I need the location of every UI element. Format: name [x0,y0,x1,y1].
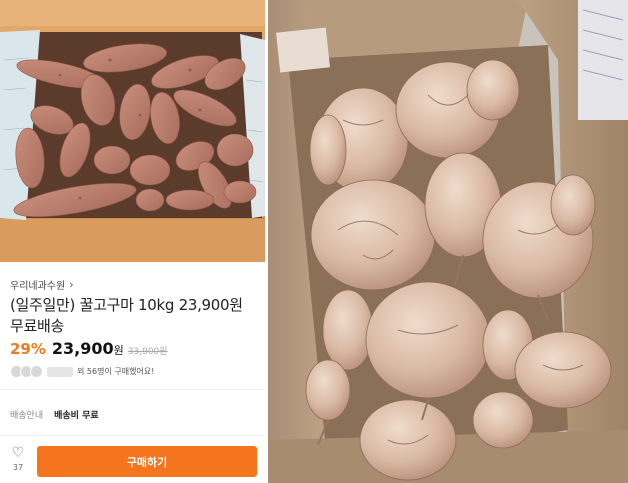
product-info: 우리네과수원 › (일주일만) 꿀고구마 10kg 23,900원 무료배송 2… [0,262,265,483]
buyers-count-text: 외 56명이 구매했어요! [77,367,155,376]
shipping-value: 배송비 무료 [54,411,99,421]
received-sweet-potatoes-photo [268,0,628,483]
shipping-row: 배송안내 배송비 무료 [10,408,99,421]
store-link[interactable]: 우리네과수원 › [10,277,74,292]
price-unit: 원 [113,344,124,357]
product-listing-panel: 우리네과수원 › (일주일만) 꿀고구마 10kg 23,900원 무료배송 2… [0,0,265,483]
like-button[interactable]: ♡ 37 [7,445,29,472]
store-name: 우리네과수원 [10,281,66,292]
heart-outline-icon: ♡ [11,445,25,461]
original-price: 33,900원 [127,347,168,357]
buy-button[interactable]: 구매하기 [37,446,257,477]
chevron-right-icon: › [69,278,74,291]
discount-rate: 29% [10,340,46,358]
divider [0,435,265,436]
sale-price: 23,900 [51,339,114,358]
product-title: (일주일만) 꿀고구마 10kg 23,900원 무료배송 [10,296,243,335]
price-row: 29% 23,900 원 33,900원 [10,339,168,358]
blurred-buyer-name [47,366,73,377]
avatar [30,365,43,378]
buyers-row: 외 56명이 구매했어요! [10,365,154,378]
buyer-avatars [10,365,43,378]
divider [0,389,265,390]
sweet-potato-box-photo [0,0,265,262]
shipping-label: 배송안내 [10,411,44,421]
like-count: 37 [12,463,24,472]
